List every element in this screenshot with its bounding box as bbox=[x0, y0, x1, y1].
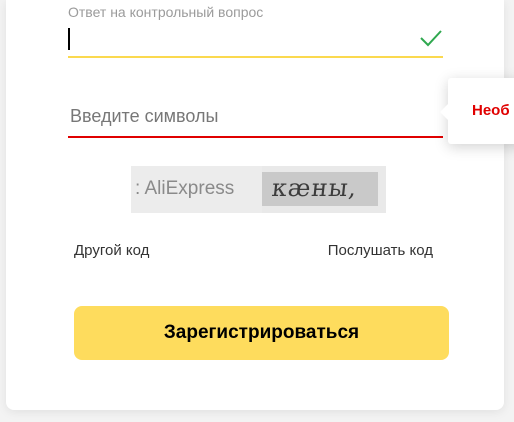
security-answer-label: Ответ на контрольный вопрос bbox=[68, 4, 264, 20]
registration-card: Ответ на контрольный вопрос : AliExpress… bbox=[6, 0, 504, 410]
text-caret bbox=[68, 28, 70, 50]
security-answer-input[interactable] bbox=[68, 26, 412, 54]
captcha-ad-text: : AliExpress bbox=[135, 178, 235, 199]
captcha-field bbox=[68, 96, 443, 138]
captcha-ad-panel: : AliExpress bbox=[131, 166, 262, 213]
register-button[interactable]: Зарегистрироваться bbox=[74, 306, 449, 360]
listen-code-link[interactable]: Послушать код bbox=[328, 242, 433, 259]
captcha-word: кæны, bbox=[270, 174, 359, 202]
captcha-image: : AliExpress кæны, bbox=[131, 166, 386, 213]
error-text: Необ bbox=[472, 102, 510, 119]
security-answer-underline bbox=[68, 56, 443, 58]
security-answer-field: Ответ на контрольный вопрос bbox=[68, 0, 443, 58]
other-code-link[interactable]: Другой код bbox=[74, 242, 149, 259]
error-popup: Необ bbox=[440, 78, 514, 144]
captcha-error-underline bbox=[68, 136, 443, 138]
check-icon bbox=[420, 30, 442, 47]
captcha-word-panel: кæны, bbox=[262, 172, 378, 206]
captcha-input[interactable] bbox=[68, 102, 442, 130]
